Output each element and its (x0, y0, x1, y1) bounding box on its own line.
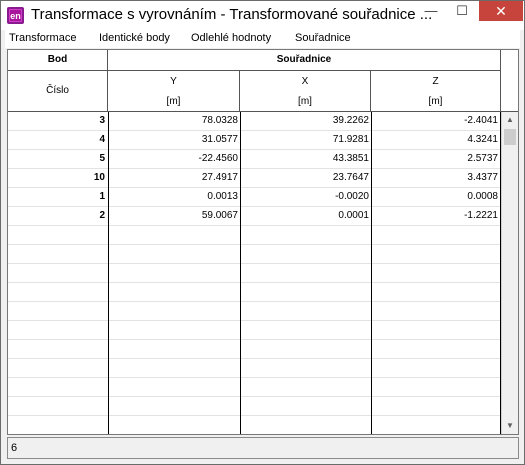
empty-row (8, 321, 501, 340)
cell-z: 4.3241 (467, 134, 498, 145)
cell-x: 0.0001 (338, 210, 369, 221)
header-y-label: Y (170, 76, 177, 87)
empty-row (8, 340, 501, 359)
title-bar[interactable]: en Transformace s vyrovnáním - Transform… (1, 1, 524, 30)
empty-row (8, 283, 501, 302)
cell-x: -0.0020 (335, 191, 369, 202)
header-y[interactable]: Y [m] (108, 71, 240, 112)
cell-bod: 5 (99, 153, 105, 164)
header-x[interactable]: X [m] (240, 71, 371, 112)
cell-y: 31.0577 (201, 134, 238, 145)
empty-row (8, 416, 501, 434)
header-souradnice[interactable]: Souřadnice (108, 50, 501, 71)
header-z-label: Z (432, 76, 439, 87)
table-row[interactable]: 10 27.4917 23.7647 3.4377 (8, 169, 501, 188)
empty-row (8, 302, 501, 321)
grid-body: 3 78.0328 39.2262 -2.4041 4 31.0577 71.9… (8, 112, 501, 434)
menu-odlehle-hodnoty[interactable]: Odlehlé hodnoty (191, 32, 271, 44)
cell-x: 23.7647 (332, 172, 369, 183)
menu-transformace[interactable]: Transformace (9, 32, 76, 44)
table-row[interactable]: 5 -22.4560 43.3851 2.5737 (8, 150, 501, 169)
cell-y: 78.0328 (201, 115, 238, 126)
header-x-unit: [m] (298, 96, 312, 107)
status-bar: 6 (7, 437, 519, 459)
header-x-label: X (301, 76, 309, 87)
vertical-scrollbar[interactable]: ▲ ▼ (501, 112, 518, 434)
table-row[interactable]: 3 78.0328 39.2262 -2.4041 (8, 112, 501, 131)
app-window: en Transformace s vyrovnáním - Transform… (0, 0, 525, 465)
cell-z: -1.2221 (464, 210, 498, 221)
table-row[interactable]: 2 59.0067 0.0001 -1.2221 (8, 207, 501, 226)
cell-z: 3.4377 (467, 172, 498, 183)
menu-souradnice[interactable]: Souřadnice (295, 32, 351, 44)
header-z-unit: [m] (428, 96, 443, 107)
cell-z: 0.0008 (467, 191, 498, 202)
menu-bar: Transformace Identické body Odlehlé hodn… (5, 30, 520, 48)
cell-bod: 1 (99, 191, 105, 202)
table-row[interactable]: 4 31.0577 71.9281 4.3241 (8, 131, 501, 150)
app-icon-text: en (9, 9, 22, 22)
empty-row (8, 397, 501, 416)
column-separator (240, 112, 241, 434)
cell-bod: 4 (99, 134, 105, 145)
cell-x: 71.9281 (332, 134, 369, 145)
header-corner (501, 50, 518, 112)
cell-y: 59.0067 (201, 210, 238, 221)
maximize-button[interactable]: ☐ (448, 1, 476, 21)
empty-row (8, 245, 501, 264)
coordinates-grid[interactable]: Bod Souřadnice Číslo Y [m] X [m] Z [m] 3… (7, 49, 519, 435)
menu-identicke-body[interactable]: Identické body (99, 32, 170, 44)
cell-bod: 2 (99, 210, 105, 221)
scroll-down-icon[interactable]: ▼ (502, 418, 518, 434)
empty-row (8, 264, 501, 283)
scroll-up-icon[interactable]: ▲ (502, 112, 518, 128)
header-bod[interactable]: Bod (8, 50, 108, 71)
cell-x: 43.3851 (332, 153, 369, 164)
status-row-count: 6 (11, 442, 18, 454)
cell-y: 27.4917 (201, 172, 238, 183)
column-separator (371, 112, 372, 434)
cell-z: 2.5737 (467, 153, 498, 164)
cell-y: 0.0013 (207, 191, 238, 202)
table-row[interactable]: 1 0.0013 -0.0020 0.0008 (8, 188, 501, 207)
cell-bod: 3 (99, 115, 105, 126)
minimize-button[interactable]: — (417, 1, 445, 21)
cell-y: -22.4560 (198, 153, 238, 164)
app-icon[interactable]: en (7, 7, 24, 24)
empty-row (8, 378, 501, 397)
close-button[interactable]: ✕ (479, 1, 523, 21)
header-z[interactable]: Z [m] (371, 71, 501, 112)
empty-row (8, 226, 501, 245)
cell-z: -2.4041 (464, 115, 498, 126)
cell-x: 39.2262 (332, 115, 369, 126)
cell-bod: 10 (93, 172, 105, 183)
header-cislo[interactable]: Číslo (8, 71, 108, 112)
scroll-thumb[interactable] (504, 129, 516, 145)
column-separator (108, 112, 109, 434)
empty-row (8, 359, 501, 378)
window-title: Transformace s vyrovnáním - Transformova… (31, 6, 433, 23)
header-y-unit: [m] (166, 96, 181, 107)
